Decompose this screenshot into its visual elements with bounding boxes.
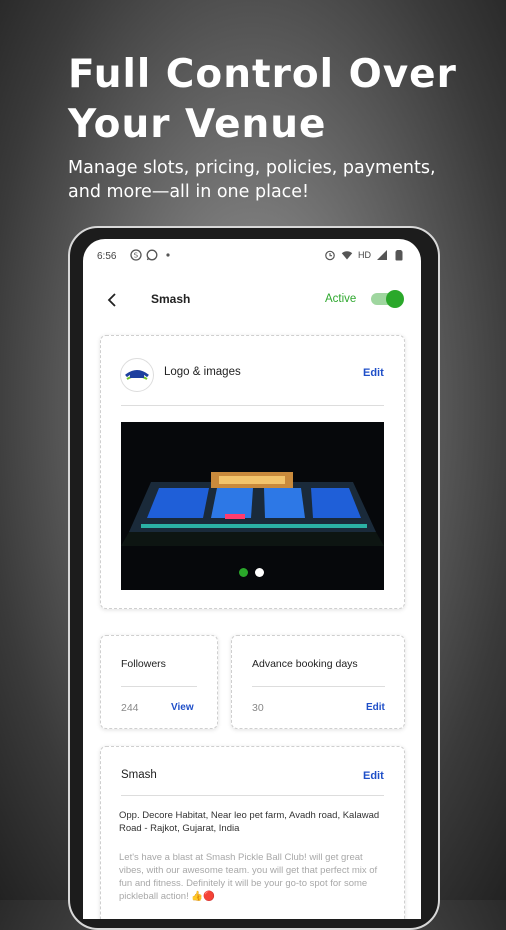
- status-bar: 6:56 S HD: [83, 239, 421, 275]
- hd-indicator: HD: [358, 250, 371, 260]
- card-divider: [252, 686, 385, 687]
- venue-details-card: Smash Edit Opp. Decore Habitat, Near leo…: [100, 746, 405, 919]
- active-toggle[interactable]: [369, 289, 405, 309]
- promo-headline-line1: Full Control Over: [68, 52, 457, 97]
- dot-icon: [162, 249, 174, 261]
- wifi-icon: [341, 249, 353, 261]
- promo-headline-line2: Your Venue: [68, 102, 327, 147]
- page-title: Smash: [151, 292, 191, 306]
- edit-venue-details-link[interactable]: Edit: [363, 770, 384, 782]
- card-divider: [121, 686, 197, 687]
- promo-subline-line2: and more—all in one place!: [68, 182, 310, 202]
- advance-booking-card: Advance booking days 30 Edit: [231, 635, 405, 729]
- logo-images-label: Logo & images: [164, 366, 241, 378]
- card-divider: [121, 795, 384, 796]
- carousel-dot-1[interactable]: [239, 568, 248, 577]
- venue-name: Smash: [121, 769, 157, 781]
- logo-images-card: Logo & images Edit: [100, 335, 405, 609]
- edit-logo-images-link[interactable]: Edit: [363, 367, 384, 379]
- svg-text:S: S: [134, 252, 139, 260]
- advance-booking-label: Advance booking days: [252, 658, 358, 670]
- signal-icon: [376, 249, 388, 261]
- alarm-icon: [324, 249, 336, 261]
- skype-icon: S: [130, 249, 142, 261]
- venue-description: Let's have a blast at Smash Pickle Ball …: [119, 852, 378, 902]
- followers-label: Followers: [121, 658, 166, 670]
- venue-logo: [120, 358, 154, 392]
- whatsapp-icon: [146, 249, 158, 261]
- carousel-indicator: [239, 568, 264, 577]
- venue-address: Opp. Decore Habitat, Near leo pet farm, …: [119, 810, 380, 834]
- carousel-dot-2[interactable]: [255, 568, 264, 577]
- active-status-label: Active: [325, 293, 357, 305]
- toggle-thumb: [386, 290, 404, 308]
- venue-photo[interactable]: [121, 422, 384, 590]
- card-divider: [121, 405, 384, 406]
- followers-card: Followers 244 View: [100, 635, 218, 729]
- status-time: 6:56: [97, 251, 117, 262]
- promo-headline: Full Control Over Your Venue: [68, 50, 488, 150]
- view-followers-link[interactable]: View: [171, 702, 194, 713]
- app-screen: 6:56 S HD Smash Active Logo & images Edi…: [83, 239, 421, 919]
- app-bar: Smash Active: [83, 275, 421, 325]
- followers-count: 244: [121, 702, 139, 714]
- battery-icon: [393, 249, 405, 261]
- promo-subline: Manage slots, pricing, policies, payment…: [68, 156, 488, 204]
- advance-booking-days-value: 30: [252, 702, 264, 714]
- promo-subline-line1: Manage slots, pricing, policies, payment…: [68, 158, 436, 178]
- edit-advance-booking-link[interactable]: Edit: [366, 702, 385, 713]
- back-arrow-icon[interactable]: [103, 290, 123, 310]
